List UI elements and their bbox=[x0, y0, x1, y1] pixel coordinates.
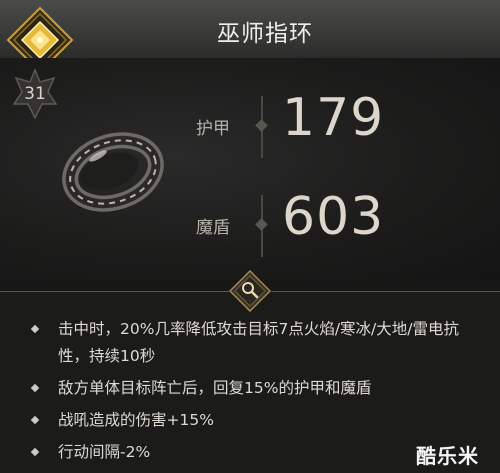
armor-label: 护甲 bbox=[196, 119, 230, 139]
armor-value: 179 bbox=[282, 88, 385, 148]
ring-icon bbox=[62, 132, 164, 212]
effect-text: 敌方单体目标阵亡后，回复15%的护甲和魔盾 bbox=[58, 379, 372, 397]
bullet-icon bbox=[30, 447, 40, 457]
watermark: 酷乐米 bbox=[416, 444, 479, 468]
effect-text: 战吼造成的伤害+15% bbox=[58, 411, 214, 429]
list-item: 敌方单体目标阵亡后，回复15%的护甲和魔盾 bbox=[28, 375, 488, 402]
bullet-icon bbox=[30, 324, 40, 334]
bullet-icon bbox=[30, 383, 40, 393]
list-item: 击中时，20%几率降低攻击目标7点火焰/寒冰/大地/雷电抗性，持续10秒 bbox=[28, 316, 488, 370]
magnifier-icon[interactable] bbox=[229, 270, 271, 312]
list-item: 战吼造成的伤害+15% bbox=[28, 407, 488, 434]
effect-text: 行动间隔-2% bbox=[58, 443, 151, 461]
item-name: 巫师指环 bbox=[217, 21, 313, 47]
bullet-icon bbox=[30, 415, 40, 425]
magic-shield-value: 603 bbox=[282, 187, 385, 247]
effect-text: 击中时，20%几率降低攻击目标7点火焰/寒冰/大地/雷电抗性，持续10秒 bbox=[58, 320, 459, 365]
magic-shield-label: 魔盾 bbox=[196, 218, 230, 238]
item-tooltip-card: 巫师指环 31 护甲 179 魔盾 603 击中时，20%几率降低攻击目标7点火… bbox=[0, 0, 500, 473]
item-level: 31 bbox=[24, 84, 46, 104]
